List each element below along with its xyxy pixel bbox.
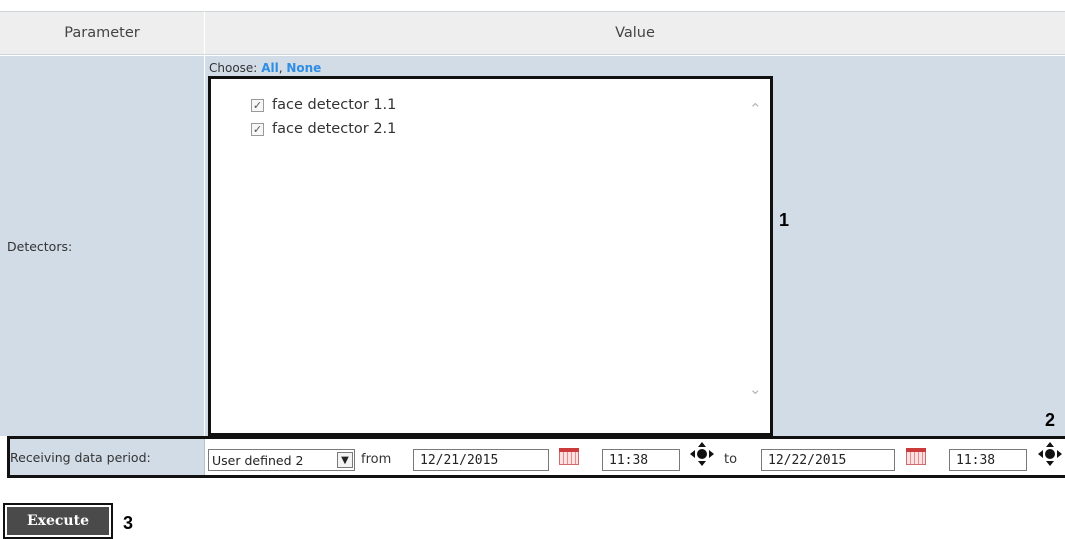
calendar-icon[interactable]	[559, 448, 579, 465]
detector-list[interactable]: ✓ face detector 1.1 ✓ face detector 2.1	[208, 76, 773, 436]
to-date-input[interactable]: 12/22/2015	[761, 449, 895, 471]
choose-line: Choose: All, None	[209, 61, 321, 75]
calendar-icon[interactable]	[906, 448, 926, 465]
chevron-down-icon[interactable]: ▼	[337, 452, 353, 468]
period-label: Receiving data period:	[10, 449, 151, 465]
detector-label: face detector 1.1	[272, 97, 397, 113]
period-select[interactable]: User defined 2 ▼	[208, 449, 355, 471]
choose-all-link[interactable]: All	[261, 61, 279, 75]
checkbox-checked-icon[interactable]: ✓	[251, 122, 264, 136]
detector-label: face detector 2.1	[272, 121, 397, 137]
from-date-input[interactable]: 12/21/2015	[413, 449, 549, 471]
period-select-value: User defined 2	[212, 453, 304, 468]
chevron-down-icon[interactable]: ⌄	[749, 380, 762, 398]
list-item[interactable]: ✓ face detector 2.1	[251, 121, 396, 137]
callout-2: 2	[1045, 410, 1056, 430]
header-parameter: Parameter	[0, 11, 204, 55]
checkbox-checked-icon[interactable]: ✓	[251, 98, 264, 112]
from-time-input[interactable]: 11:38	[602, 449, 680, 471]
header-value: Value	[204, 11, 1065, 55]
from-label: from	[361, 452, 392, 467]
execute-label: Execute	[7, 507, 109, 535]
callout-3: 3	[123, 513, 134, 533]
list-item[interactable]: ✓ face detector 1.1	[251, 97, 396, 113]
chevron-up-icon[interactable]: ⌃	[749, 100, 762, 118]
move-arrows-icon[interactable]	[690, 442, 714, 466]
choose-prefix: Choose:	[209, 61, 258, 75]
detectors-label: Detectors:	[0, 56, 204, 436]
choose-none-link[interactable]: None	[286, 61, 321, 75]
execute-button[interactable]: Execute	[3, 503, 113, 539]
move-arrows-icon[interactable]	[1038, 442, 1062, 466]
to-time-input[interactable]: 11:38	[949, 449, 1027, 471]
callout-1: 1	[779, 210, 790, 230]
to-label: to	[724, 452, 738, 467]
